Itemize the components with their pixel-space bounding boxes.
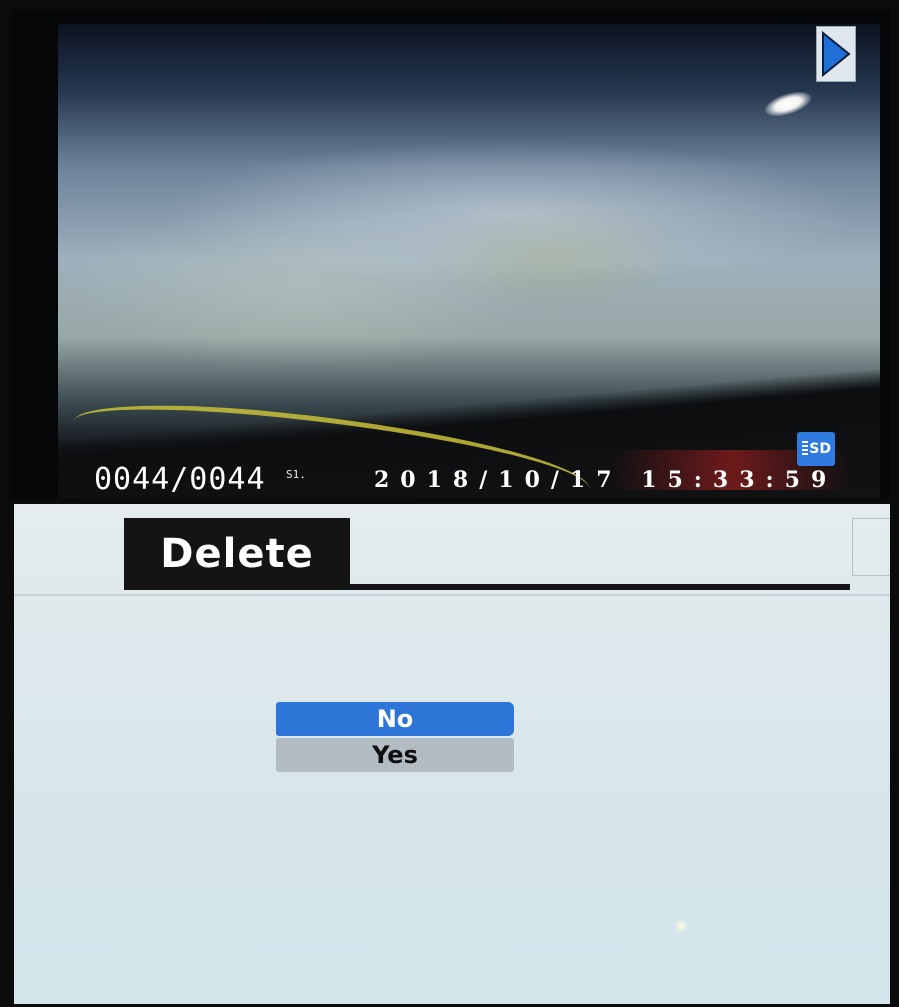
playback-screen: SD 0044/0044 S1. 2018/10/17 15:33:59: [12, 10, 890, 498]
delete-options-list: No Yes: [276, 702, 514, 774]
file-counter-suffix: S1.: [286, 468, 306, 481]
device-body: SD 0044/0044 S1. 2018/10/17 15:33:59 Del…: [0, 0, 899, 1007]
corner-frame: [852, 518, 890, 576]
menu-title: Delete: [124, 518, 350, 590]
play-triangle-icon: [822, 30, 851, 78]
file-counter: 0044/0044: [94, 462, 266, 497]
delete-menu-screen: Delete No Yes: [14, 504, 890, 1004]
recording-timestamp: 2018/10/17 15:33:59: [374, 467, 838, 493]
option-no-button[interactable]: No: [276, 702, 514, 736]
option-yes-button[interactable]: Yes: [276, 738, 514, 772]
play-button[interactable]: [816, 26, 856, 82]
header-divider: [14, 594, 890, 596]
screen-reflection: [674, 920, 688, 932]
sd-card-icon: SD: [797, 432, 835, 466]
